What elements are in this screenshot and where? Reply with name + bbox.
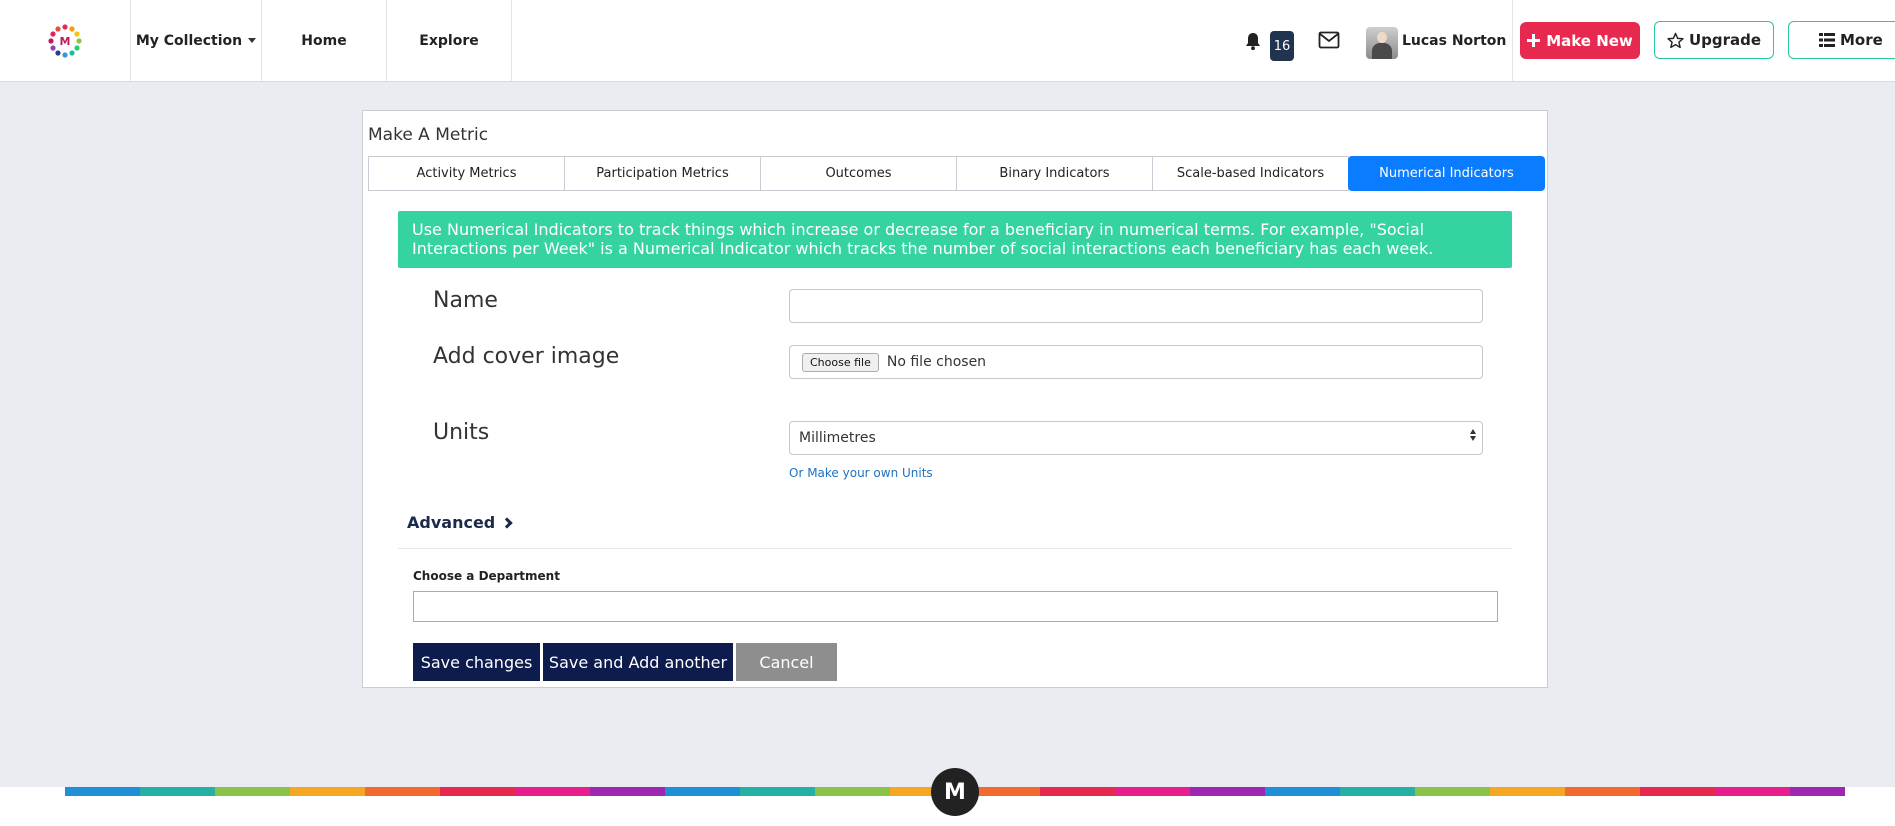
cover-image-label: Add cover image (433, 344, 620, 369)
explore-label: Explore (419, 32, 479, 49)
file-status: No file chosen (886, 354, 987, 370)
chevron-right-icon (501, 516, 513, 529)
avatar[interactable] (1366, 27, 1398, 59)
tab-numerical-indicators[interactable]: Numerical Indicators (1348, 156, 1545, 191)
department-input[interactable] (413, 591, 1498, 622)
more-label: More (1840, 31, 1883, 49)
star-icon (1667, 32, 1684, 48)
caret-down-icon (248, 38, 257, 43)
avatar-torso (1372, 43, 1392, 59)
notification-count-badge[interactable]: 16 (1270, 31, 1294, 61)
name-label: Name (433, 288, 498, 313)
make-metric-card: Make A Metric Activity Metrics Participa… (362, 110, 1548, 688)
choose-file-button[interactable]: Choose file (802, 352, 879, 372)
cancel-button[interactable]: Cancel (736, 643, 837, 681)
make-new-button[interactable]: Make New (1520, 22, 1640, 59)
list-icon (1819, 33, 1835, 47)
my-collection-label: My Collection (135, 32, 243, 49)
advanced-toggle[interactable]: Advanced (407, 513, 513, 532)
department-label: Choose a Department (413, 569, 560, 583)
bell-icon[interactable] (1244, 31, 1262, 51)
username-link[interactable]: Lucas Norton (1402, 33, 1506, 49)
info-box: Use Numerical Indicators to track things… (398, 211, 1512, 268)
logo-cell[interactable]: M (0, 0, 131, 81)
units-select[interactable]: Millimetres (789, 421, 1483, 455)
units-selected-value: Millimetres (799, 430, 876, 446)
svg-text:M: M (60, 35, 71, 48)
more-menu-button[interactable]: More (1788, 21, 1895, 59)
page-title: Make A Metric (368, 125, 489, 145)
upgrade-button[interactable]: Upgrade (1654, 21, 1774, 59)
nav-home-link[interactable]: Home (262, 0, 387, 81)
select-arrows-icon (1470, 429, 1476, 441)
advanced-divider (398, 548, 1512, 549)
make-own-units-link[interactable]: Or Make your own Units (789, 466, 933, 480)
tab-participation-metrics[interactable]: Participation Metrics (564, 156, 761, 191)
mail-icon[interactable] (1318, 31, 1340, 49)
tab-outcomes[interactable]: Outcomes (760, 156, 957, 191)
tab-scale-based-indicators[interactable]: Scale-based Indicators (1152, 156, 1349, 191)
top-navbar: M My Collection Home Explore 16 Lucas No… (0, 0, 1895, 82)
advanced-label: Advanced (407, 513, 496, 532)
nav-divider (1512, 0, 1513, 81)
plus-icon (1527, 34, 1541, 47)
nav-explore-link[interactable]: Explore (387, 0, 512, 81)
tab-binary-indicators[interactable]: Binary Indicators (956, 156, 1153, 191)
logo-icon[interactable]: M (47, 23, 83, 59)
make-new-label: Make New (1546, 31, 1633, 50)
footer-logo[interactable]: M (931, 768, 979, 816)
metric-type-tabs: Activity Metrics Participation Metrics O… (368, 156, 1545, 191)
my-collection-dropdown[interactable]: My Collection (131, 0, 262, 81)
tab-activity-metrics[interactable]: Activity Metrics (368, 156, 565, 191)
name-input[interactable] (789, 289, 1483, 323)
home-label: Home (301, 32, 347, 49)
save-changes-button[interactable]: Save changes (413, 643, 540, 681)
avatar-head (1377, 32, 1387, 43)
units-label: Units (433, 420, 490, 445)
save-and-add-another-button[interactable]: Save and Add another (543, 643, 733, 681)
upgrade-label: Upgrade (1688, 31, 1762, 49)
cover-image-field: Choose file No file chosen (789, 345, 1483, 379)
